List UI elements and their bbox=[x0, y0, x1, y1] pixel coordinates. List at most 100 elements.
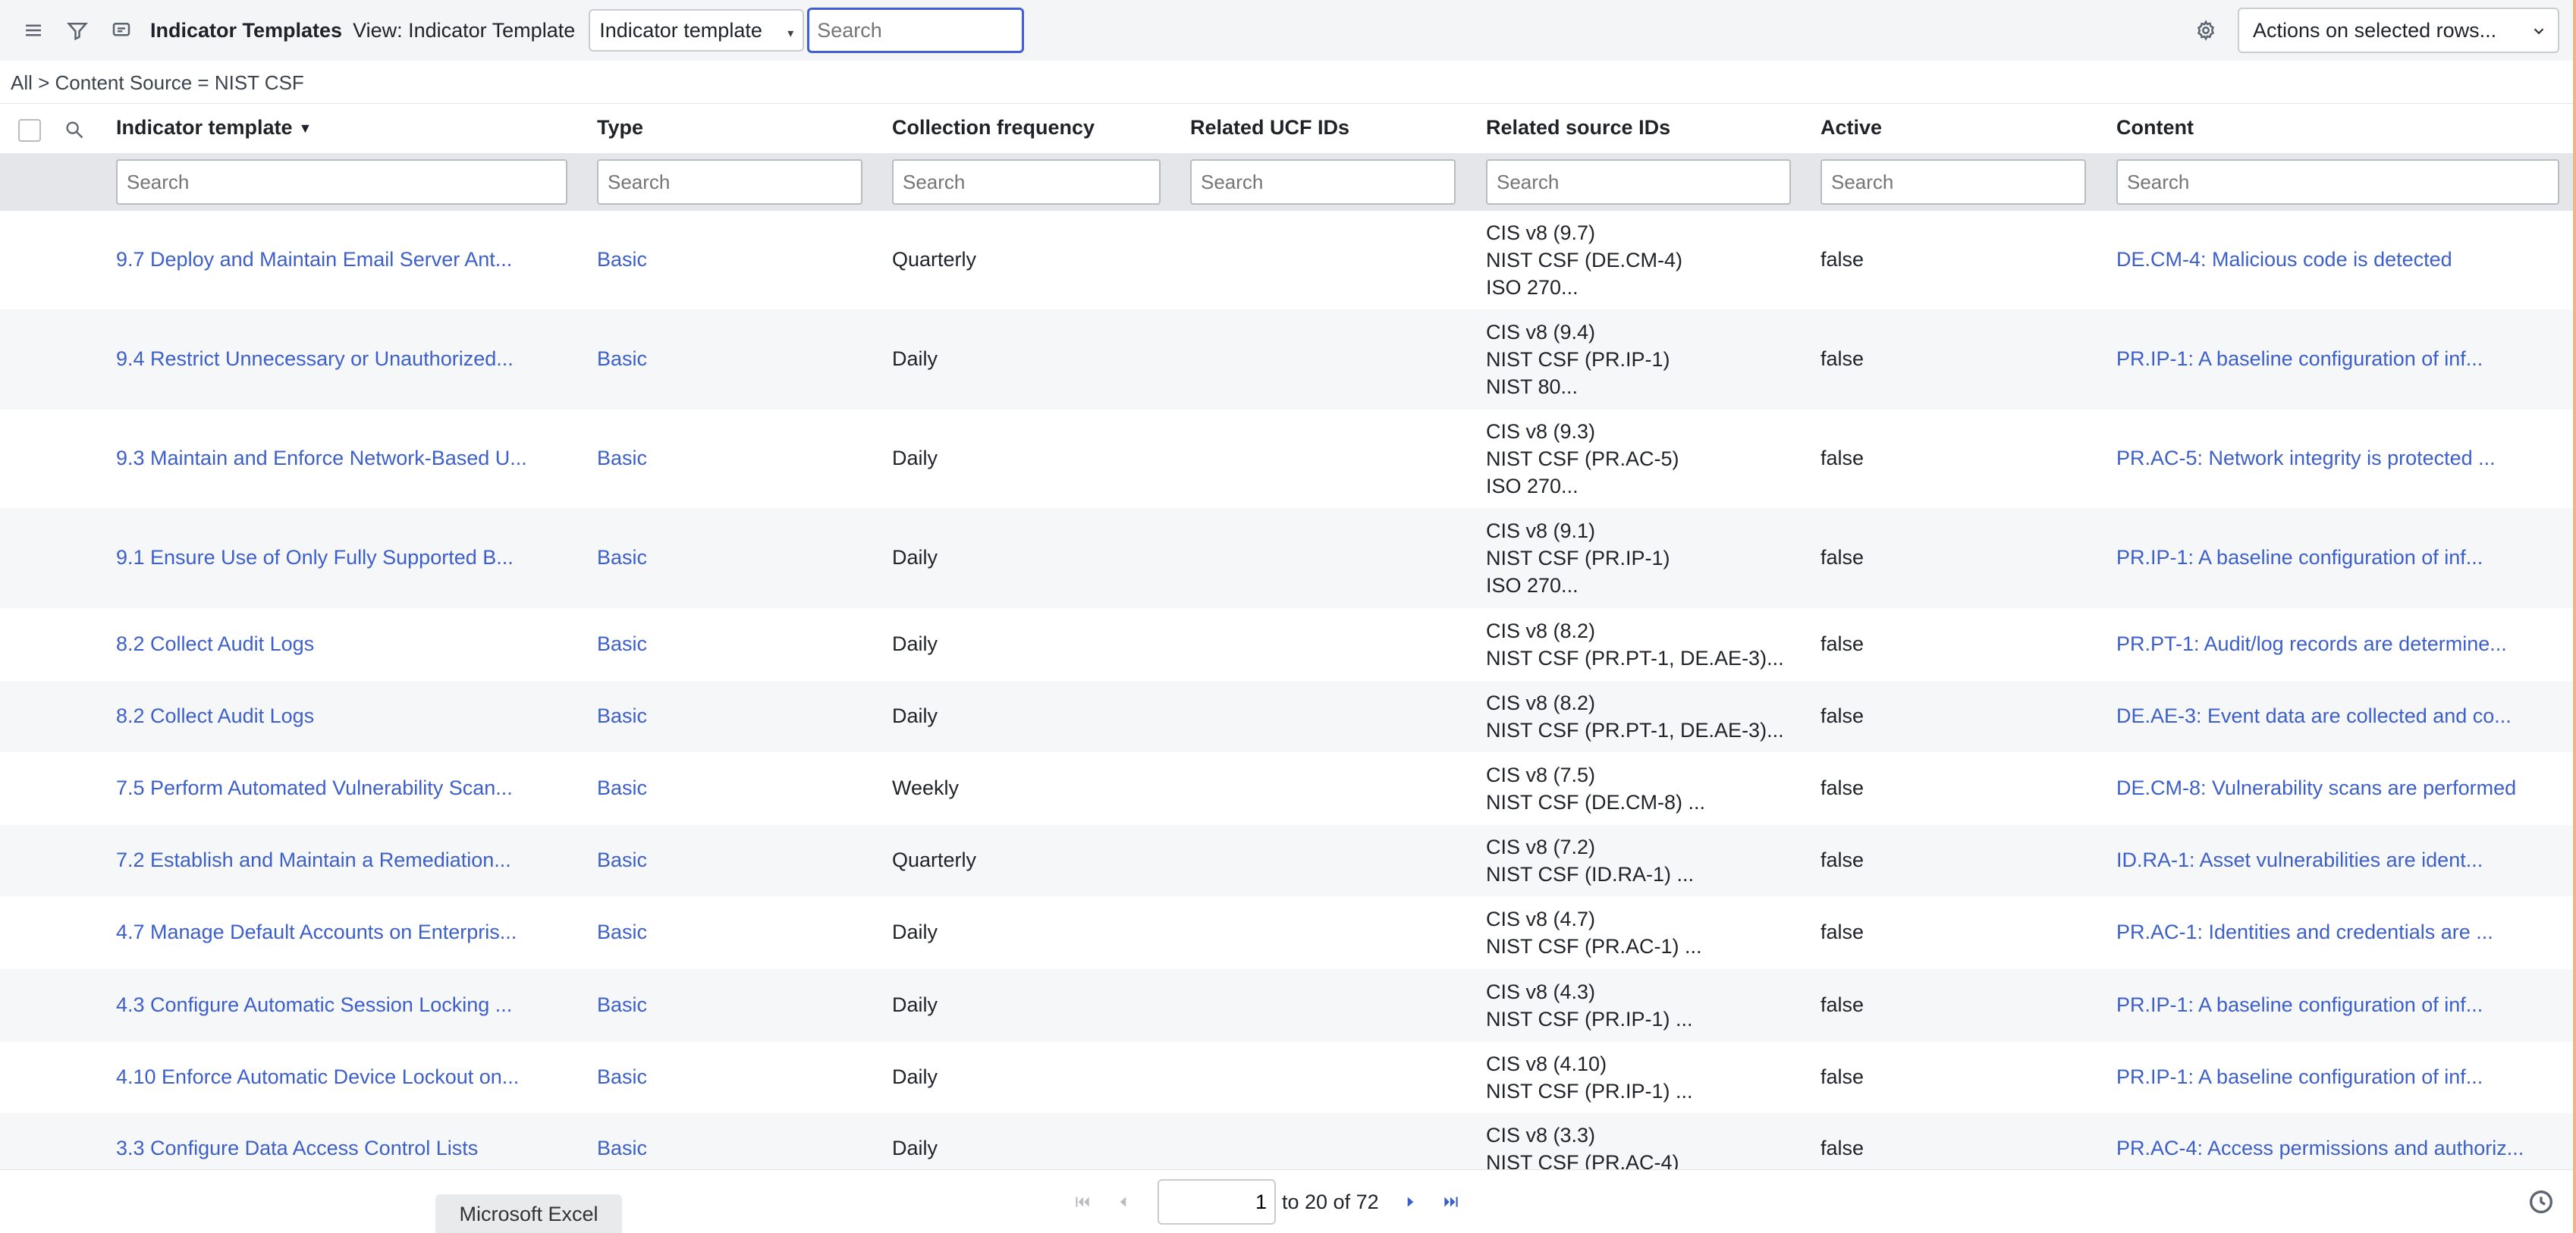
collection-frequency-cell: Daily bbox=[892, 546, 938, 569]
filter-icon[interactable] bbox=[56, 9, 99, 52]
type-link[interactable]: Basic bbox=[597, 347, 647, 371]
next-page-icon[interactable] bbox=[1390, 1181, 1431, 1222]
related-source-id: CIS v8 (4.10) bbox=[1486, 1053, 1607, 1075]
view-label: View: Indicator Template bbox=[353, 18, 576, 42]
column-header-content[interactable]: Content bbox=[2116, 116, 2194, 140]
table-row[interactable]: 9.3 Maintain and Enforce Network-Based U… bbox=[0, 409, 2576, 508]
taskbar-tab-microsoft-excel[interactable]: Microsoft Excel bbox=[435, 1194, 622, 1233]
indicator-template-link[interactable]: 4.3 Configure Automatic Session Locking … bbox=[116, 993, 512, 1017]
content-link[interactable]: PR.AC-5: Network integrity is protected … bbox=[2116, 447, 2496, 470]
content-link[interactable]: PR.IP-1: A baseline configuration of inf… bbox=[2116, 347, 2483, 371]
active-cell: false bbox=[1820, 849, 1864, 871]
content-link[interactable]: PR.AC-4: Access permissions and authoriz… bbox=[2116, 1137, 2524, 1160]
type-link[interactable]: Basic bbox=[597, 447, 647, 470]
select-all-checkbox[interactable] bbox=[18, 119, 41, 142]
indicator-template-link[interactable]: 9.4 Restrict Unnecessary or Unauthorized… bbox=[116, 347, 514, 371]
column-header-collection-frequency[interactable]: Collection frequency bbox=[892, 116, 1095, 140]
content-link[interactable]: DE.AE-3: Event data are collected and co… bbox=[2116, 704, 2512, 728]
column-header-active[interactable]: Active bbox=[1820, 116, 1882, 140]
related-source-id: NIST 80... bbox=[1486, 375, 1579, 398]
type-link[interactable]: Basic bbox=[597, 546, 647, 569]
table-row[interactable]: 7.2 Establish and Maintain a Remediation… bbox=[0, 825, 2576, 896]
collection-frequency-cell: Quarterly bbox=[892, 248, 977, 271]
content-link[interactable]: PR.AC-1: Identities and credentials are … bbox=[2116, 921, 2493, 944]
indicator-template-link[interactable]: 9.1 Ensure Use of Only Fully Supported B… bbox=[116, 546, 514, 569]
related-ucf-ids-search-input[interactable] bbox=[1190, 159, 1456, 205]
column-search-row bbox=[0, 153, 2576, 211]
related-source-id: CIS v8 (9.3) bbox=[1486, 420, 1596, 443]
type-link[interactable]: Basic bbox=[597, 849, 647, 872]
table-row[interactable]: 8.2 Collect Audit Logs Basic Daily CIS v8 (… bbox=[0, 608, 2576, 681]
collection-frequency-cell: Daily bbox=[892, 993, 938, 1016]
last-page-icon[interactable] bbox=[1431, 1181, 1472, 1222]
type-link[interactable]: Basic bbox=[597, 704, 647, 728]
list-search-input[interactable] bbox=[807, 8, 1025, 53]
list-header-toolbar: Indicator Templates View: Indicator Temp… bbox=[0, 0, 2576, 61]
related-source-ids-cell: CIS v8 (8.2) NIST CSF (PR.PT-1, DE.AE-3).… bbox=[1486, 689, 1784, 744]
table-row[interactable]: 4.3 Configure Automatic Session Locking … bbox=[0, 969, 2576, 1042]
active-search-input[interactable] bbox=[1820, 159, 2086, 205]
context-menu-icon[interactable] bbox=[100, 9, 143, 52]
related-source-ids-cell: CIS v8 (9.7) NIST CSF (DE.CM-4) ISO 270... bbox=[1486, 219, 1682, 301]
table-row[interactable]: 7.5 Perform Automated Vulnerability Scan… bbox=[0, 752, 2576, 825]
clock-icon[interactable] bbox=[2526, 1187, 2556, 1217]
type-link[interactable]: Basic bbox=[597, 1065, 647, 1089]
hamburger-icon[interactable] bbox=[12, 9, 55, 52]
related-source-id: NIST CSF (ID.RA-1) ... bbox=[1486, 863, 1695, 886]
column-header-type[interactable]: Type bbox=[597, 116, 643, 140]
indicator-template-link[interactable]: 3.3 Configure Data Access Control Lists bbox=[116, 1137, 478, 1160]
active-cell: false bbox=[1820, 921, 1864, 943]
table-row[interactable]: 8.2 Collect Audit Logs Basic Daily CIS v8 (… bbox=[0, 681, 2576, 752]
first-page-icon[interactable] bbox=[1062, 1181, 1103, 1222]
column-header-related-ucf-ids[interactable]: Related UCF IDs bbox=[1190, 116, 1349, 140]
indicator-template-search-input[interactable] bbox=[116, 159, 567, 205]
indicator-template-link[interactable]: 9.7 Deploy and Maintain Email Server Ant… bbox=[116, 248, 512, 271]
content-link[interactable]: PR.IP-1: A baseline configuration of inf… bbox=[2116, 546, 2483, 569]
indicator-template-link[interactable]: 7.2 Establish and Maintain a Remediation… bbox=[116, 849, 511, 872]
related-source-id: CIS v8 (8.2) bbox=[1486, 692, 1596, 714]
column-header-indicator-template[interactable]: Indicator template ▼ bbox=[116, 116, 312, 140]
table-row[interactable]: 4.7 Manage Default Accounts on Enterpris… bbox=[0, 896, 2576, 969]
type-search-input[interactable] bbox=[597, 159, 862, 205]
sort-descending-icon: ▼ bbox=[298, 121, 313, 136]
indicator-template-link[interactable]: 7.5 Perform Automated Vulnerability Scan… bbox=[116, 777, 513, 800]
related-source-id: CIS v8 (3.3) bbox=[1486, 1124, 1596, 1147]
table-row[interactable]: 3.3 Configure Data Access Control Lists B… bbox=[0, 1113, 2576, 1169]
previous-page-icon[interactable] bbox=[1103, 1181, 1144, 1222]
column-header-related-source-ids[interactable]: Related source IDs bbox=[1486, 116, 1670, 140]
collection-frequency-search-input[interactable] bbox=[892, 159, 1161, 205]
search-icon[interactable] bbox=[64, 119, 85, 140]
indicator-template-link[interactable]: 8.2 Collect Audit Logs bbox=[116, 704, 314, 728]
table-row[interactable]: 9.7 Deploy and Maintain Email Server Ant… bbox=[0, 211, 2576, 309]
content-link[interactable]: PR.IP-1: A baseline configuration of inf… bbox=[2116, 993, 2483, 1017]
page-number-input[interactable] bbox=[1158, 1179, 1276, 1225]
type-link[interactable]: Basic bbox=[597, 777, 647, 800]
related-source-id: NIST CSF (PR.IP-1) ... bbox=[1486, 1008, 1693, 1031]
content-link[interactable]: PR.IP-1: A baseline configuration of inf… bbox=[2116, 1065, 2483, 1089]
type-link[interactable]: Basic bbox=[597, 248, 647, 271]
list-footer: Microsoft Excel to 20 of 72 bbox=[0, 1169, 2576, 1233]
content-search-input[interactable] bbox=[2116, 159, 2559, 205]
type-link[interactable]: Basic bbox=[597, 1137, 647, 1160]
related-source-id: ISO 270... bbox=[1486, 276, 1579, 299]
table-row[interactable]: 4.10 Enforce Automatic Device Lockout on… bbox=[0, 1042, 2576, 1113]
table-row[interactable]: 9.1 Ensure Use of Only Fully Supported B… bbox=[0, 508, 2576, 608]
content-link[interactable]: PR.PT-1: Audit/log records are determine… bbox=[2116, 632, 2507, 656]
related-source-ids-search-input[interactable] bbox=[1486, 159, 1791, 205]
search-field-select[interactable]: Indicator template ▾ bbox=[589, 9, 805, 52]
gear-icon[interactable] bbox=[2185, 9, 2227, 52]
indicator-template-link[interactable]: 9.3 Maintain and Enforce Network-Based U… bbox=[116, 447, 527, 470]
indicator-template-link[interactable]: 8.2 Collect Audit Logs bbox=[116, 632, 314, 656]
type-link[interactable]: Basic bbox=[597, 921, 647, 944]
type-link[interactable]: Basic bbox=[597, 993, 647, 1017]
table-row[interactable]: 9.4 Restrict Unnecessary or Unauthorized… bbox=[0, 309, 2576, 409]
content-link[interactable]: DE.CM-8: Vulnerability scans are perform… bbox=[2116, 777, 2516, 800]
breadcrumb[interactable]: All > Content Source = NIST CSF bbox=[11, 71, 304, 95]
indicator-template-link[interactable]: 4.7 Manage Default Accounts on Enterpris… bbox=[116, 921, 517, 944]
page-title: Indicator Templates bbox=[150, 18, 343, 42]
type-link[interactable]: Basic bbox=[597, 632, 647, 656]
actions-on-selected-rows-select[interactable]: Actions on selected rows... bbox=[2238, 8, 2559, 53]
indicator-template-link[interactable]: 4.10 Enforce Automatic Device Lockout on… bbox=[116, 1065, 519, 1089]
content-link[interactable]: ID.RA-1: Asset vulnerabilities are ident… bbox=[2116, 849, 2483, 872]
content-link[interactable]: DE.CM-4: Malicious code is detected bbox=[2116, 248, 2452, 271]
